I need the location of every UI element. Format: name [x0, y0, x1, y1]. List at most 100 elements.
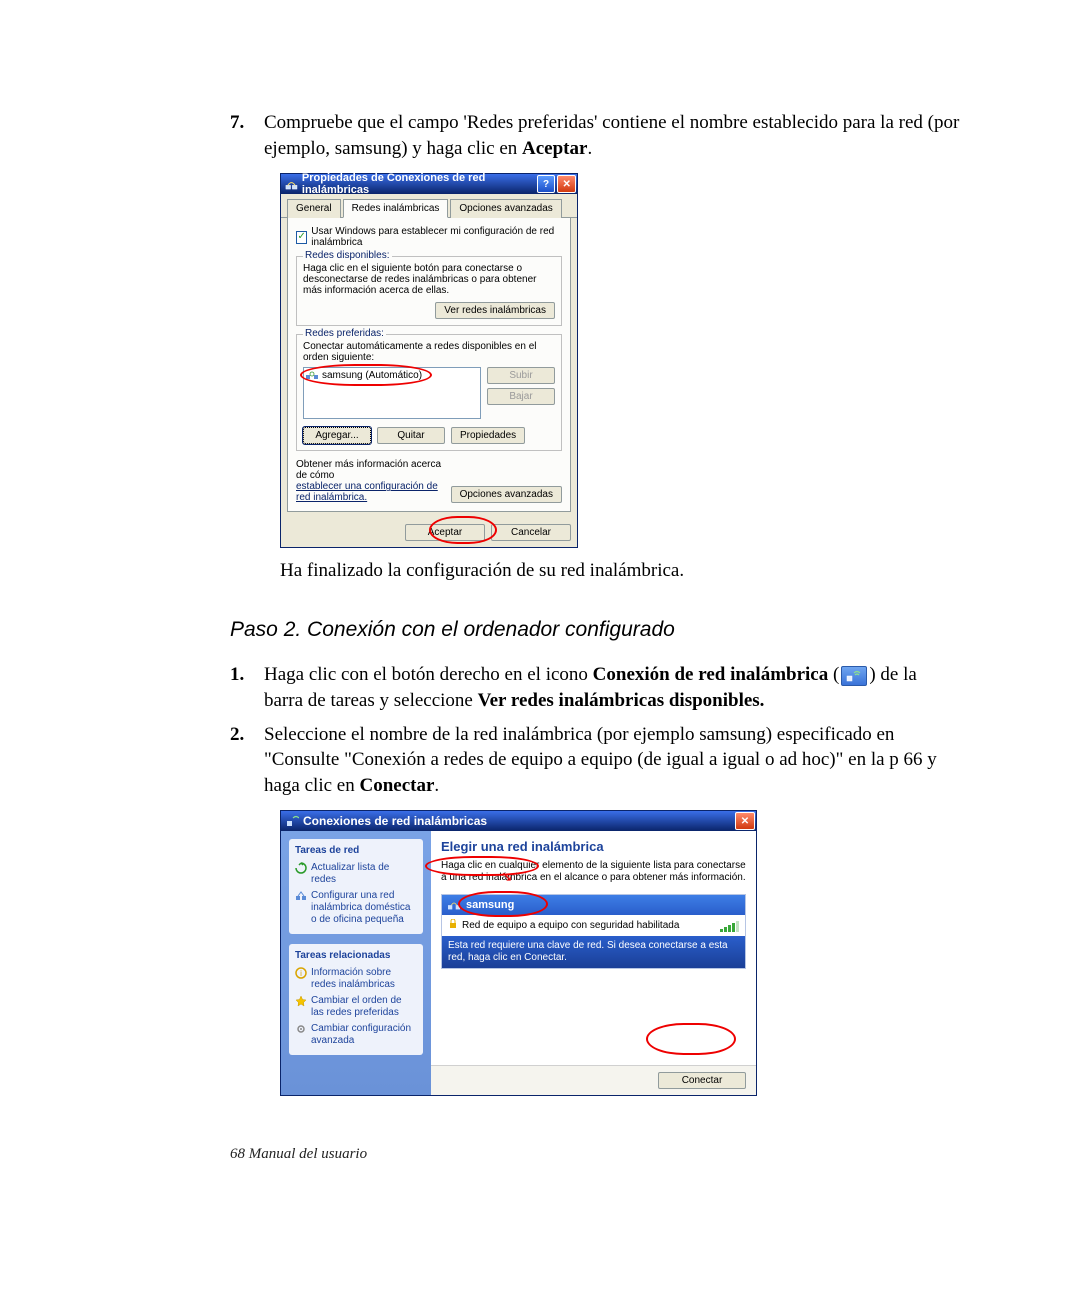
wireless-connections-dialog: Conexiones de red inalámbricas ✕ Tareas … — [280, 810, 757, 1096]
learn-item[interactable]: i Información sobre redes inalámbricas — [295, 965, 417, 993]
step-7-text-c: . — [587, 138, 592, 159]
step-7-body: Compruebe que el campo 'Redes preferidas… — [264, 110, 960, 161]
adhoc-icon — [306, 371, 318, 381]
cancel-button[interactable]: Cancelar — [491, 524, 571, 541]
advanced-config-label: Cambiar configuración avanzada — [311, 1023, 417, 1047]
preferred-networks-group: Redes preferidas: Conectar automáticamen… — [296, 334, 562, 451]
info-text: Obtener más información acerca de cómo — [296, 459, 441, 481]
s2i1-e: Ver redes inalámbricas disponibles. — [478, 690, 765, 711]
lock-icon — [448, 919, 458, 932]
view-networks-button[interactable]: Ver redes inalámbricas — [435, 302, 555, 319]
tray-wireless-icon — [841, 666, 867, 686]
page-footer: 68 Manual del usuario — [230, 1146, 960, 1163]
preferred-legend: Redes preferidas: — [303, 328, 386, 339]
available-networks-group: Redes disponibles: Haga clic en el sigui… — [296, 256, 562, 326]
available-text: Haga clic en el siguiente botón para con… — [303, 263, 555, 296]
help-button[interactable]: ? — [537, 175, 556, 193]
step-7: 7. Compruebe que el campo 'Redes preferi… — [230, 110, 960, 161]
s2i2-body: Seleccione el nombre de la red inalámbri… — [264, 722, 960, 799]
remove-button[interactable]: Quitar — [377, 427, 445, 444]
s2i1-a: Haga clic con el botón derecho en el ico… — [264, 664, 593, 685]
refresh-icon — [295, 862, 307, 874]
preferred-item-label: samsung (Automático) — [322, 370, 422, 381]
advanced-config-item[interactable]: Cambiar configuración avanzada — [295, 1021, 417, 1049]
dlg2-title: Conexiones de red inalámbricas — [303, 814, 487, 828]
props-button[interactable]: Propiedades — [451, 427, 525, 444]
empty-list-area — [441, 969, 746, 1059]
add-button[interactable]: Agregar... — [303, 427, 371, 444]
close-button[interactable]: ✕ — [557, 175, 576, 193]
network-row-samsung[interactable]: samsung Red de equipo a equipo con segur… — [441, 894, 746, 969]
properties-dialog: Propiedades de Conexiones de red inalámb… — [280, 173, 578, 548]
learn-label: Información sobre redes inalámbricas — [311, 967, 417, 991]
svg-text:i: i — [300, 969, 302, 978]
star-icon — [295, 995, 307, 1007]
tab-advanced[interactable]: Opciones avanzadas — [450, 199, 561, 218]
wireless-icon — [285, 177, 298, 191]
s2i1-b: Conexión de red inalámbrica — [593, 664, 829, 685]
adhoc-icon — [448, 900, 460, 910]
s2i2-number: 2. — [230, 722, 264, 799]
change-order-item[interactable]: Cambiar el orden de las redes preferidas — [295, 993, 417, 1021]
refresh-list-item[interactable]: Actualizar lista de redes — [295, 860, 417, 888]
tab-strip: General Redes inalámbricas Opciones avan… — [281, 194, 577, 218]
step-7-text-bold: Aceptar — [522, 138, 587, 159]
side-pane: Tareas de red Actualizar lista de redes … — [281, 831, 431, 1095]
step-2-item-2: 2. Seleccione el nombre de la red inalám… — [230, 722, 960, 799]
choose-network-title: Elegir una red inalámbrica — [431, 831, 756, 860]
choose-network-sub-text: Haga clic en cualquier elemento de la si… — [441, 860, 746, 883]
step-7-number: 7. — [230, 110, 264, 161]
network-desc: Red de equipo a equipo con seguridad hab… — [462, 920, 679, 931]
network-tasks-card: Tareas de red Actualizar lista de redes … — [289, 839, 423, 934]
main-pane: Elegir una red inalámbrica Haga clic en … — [431, 831, 756, 1095]
ok-button[interactable]: Aceptar — [405, 524, 485, 541]
preferred-text: Conectar automáticamente a redes disponi… — [303, 341, 555, 363]
preferred-item-samsung[interactable]: samsung (Automático) — [306, 370, 478, 381]
network-tasks-heading: Tareas de red — [295, 845, 417, 856]
s2i1-body: Haga clic con el botón derecho en el ico… — [264, 662, 960, 713]
info-link[interactable]: establecer una configuración de red inal… — [296, 481, 438, 503]
close-button[interactable]: ✕ — [735, 812, 755, 830]
preferred-listbox[interactable]: samsung (Automático) — [303, 367, 481, 419]
move-down-button[interactable]: Bajar — [487, 388, 555, 405]
gear-icon — [295, 1023, 307, 1035]
network-list: samsung Red de equipo a equipo con segur… — [431, 890, 756, 1065]
setup-network-item[interactable]: Configurar una red inalámbrica doméstica… — [295, 888, 417, 928]
properties-title: Propiedades de Conexiones de red inalámb… — [302, 172, 536, 196]
use-windows-checkbox-row[interactable]: ✓ Usar Windows para establecer mi config… — [296, 226, 562, 248]
available-legend: Redes disponibles: — [303, 250, 392, 261]
related-tasks-card: Tareas relacionadas i Información sobre … — [289, 944, 423, 1055]
network-note: Esta red requiere una clave de red. Si d… — [442, 936, 745, 968]
s2i1-c: ( — [828, 664, 839, 685]
tab-general[interactable]: General — [287, 199, 341, 218]
properties-titlebar: Propiedades de Conexiones de red inalámb… — [281, 174, 577, 194]
connect-button[interactable]: Conectar — [658, 1072, 746, 1089]
refresh-list-label: Actualizar lista de redes — [311, 862, 417, 886]
setup-icon — [295, 890, 307, 902]
step-7-text-a: Compruebe que el campo 'Redes preferidas… — [264, 112, 959, 159]
s2i2-b: Conectar — [359, 775, 434, 796]
move-up-button[interactable]: Subir — [487, 367, 555, 384]
advanced-options-button[interactable]: Opciones avanzadas — [451, 486, 562, 503]
tab-panel: ✓ Usar Windows para establecer mi config… — [287, 218, 571, 512]
change-order-label: Cambiar el orden de las redes preferidas — [311, 995, 417, 1019]
network-name: samsung — [466, 899, 514, 911]
info-icon: i — [295, 967, 307, 979]
wireless-icon — [285, 814, 299, 828]
related-tasks-heading: Tareas relacionadas — [295, 950, 417, 961]
choose-network-sub: Haga clic en cualquier elemento de la si… — [431, 860, 756, 890]
use-windows-label: Usar Windows para establecer mi configur… — [311, 226, 562, 248]
setup-network-label: Configurar una red inalámbrica doméstica… — [311, 890, 417, 926]
step-2-heading: Paso 2. Conexión con el ordenador config… — [230, 618, 960, 642]
step-2-item-1: 1. Haga clic con el botón derecho en el … — [230, 662, 960, 713]
dlg2-footer: Conectar — [431, 1065, 756, 1095]
red-arrow-annotation: ↘ — [501, 868, 513, 885]
s2i1-number: 1. — [230, 662, 264, 713]
after-dialog1-text: Ha finalizado la configuración de su red… — [280, 560, 960, 582]
tab-wireless[interactable]: Redes inalámbricas — [343, 199, 449, 218]
checkbox-icon: ✓ — [296, 231, 307, 244]
dlg2-titlebar: Conexiones de red inalámbricas ✕ — [281, 811, 756, 831]
s2i2-c: . — [434, 775, 439, 796]
red-circle-empty-annotation — [646, 1023, 736, 1055]
signal-icon — [720, 920, 739, 932]
